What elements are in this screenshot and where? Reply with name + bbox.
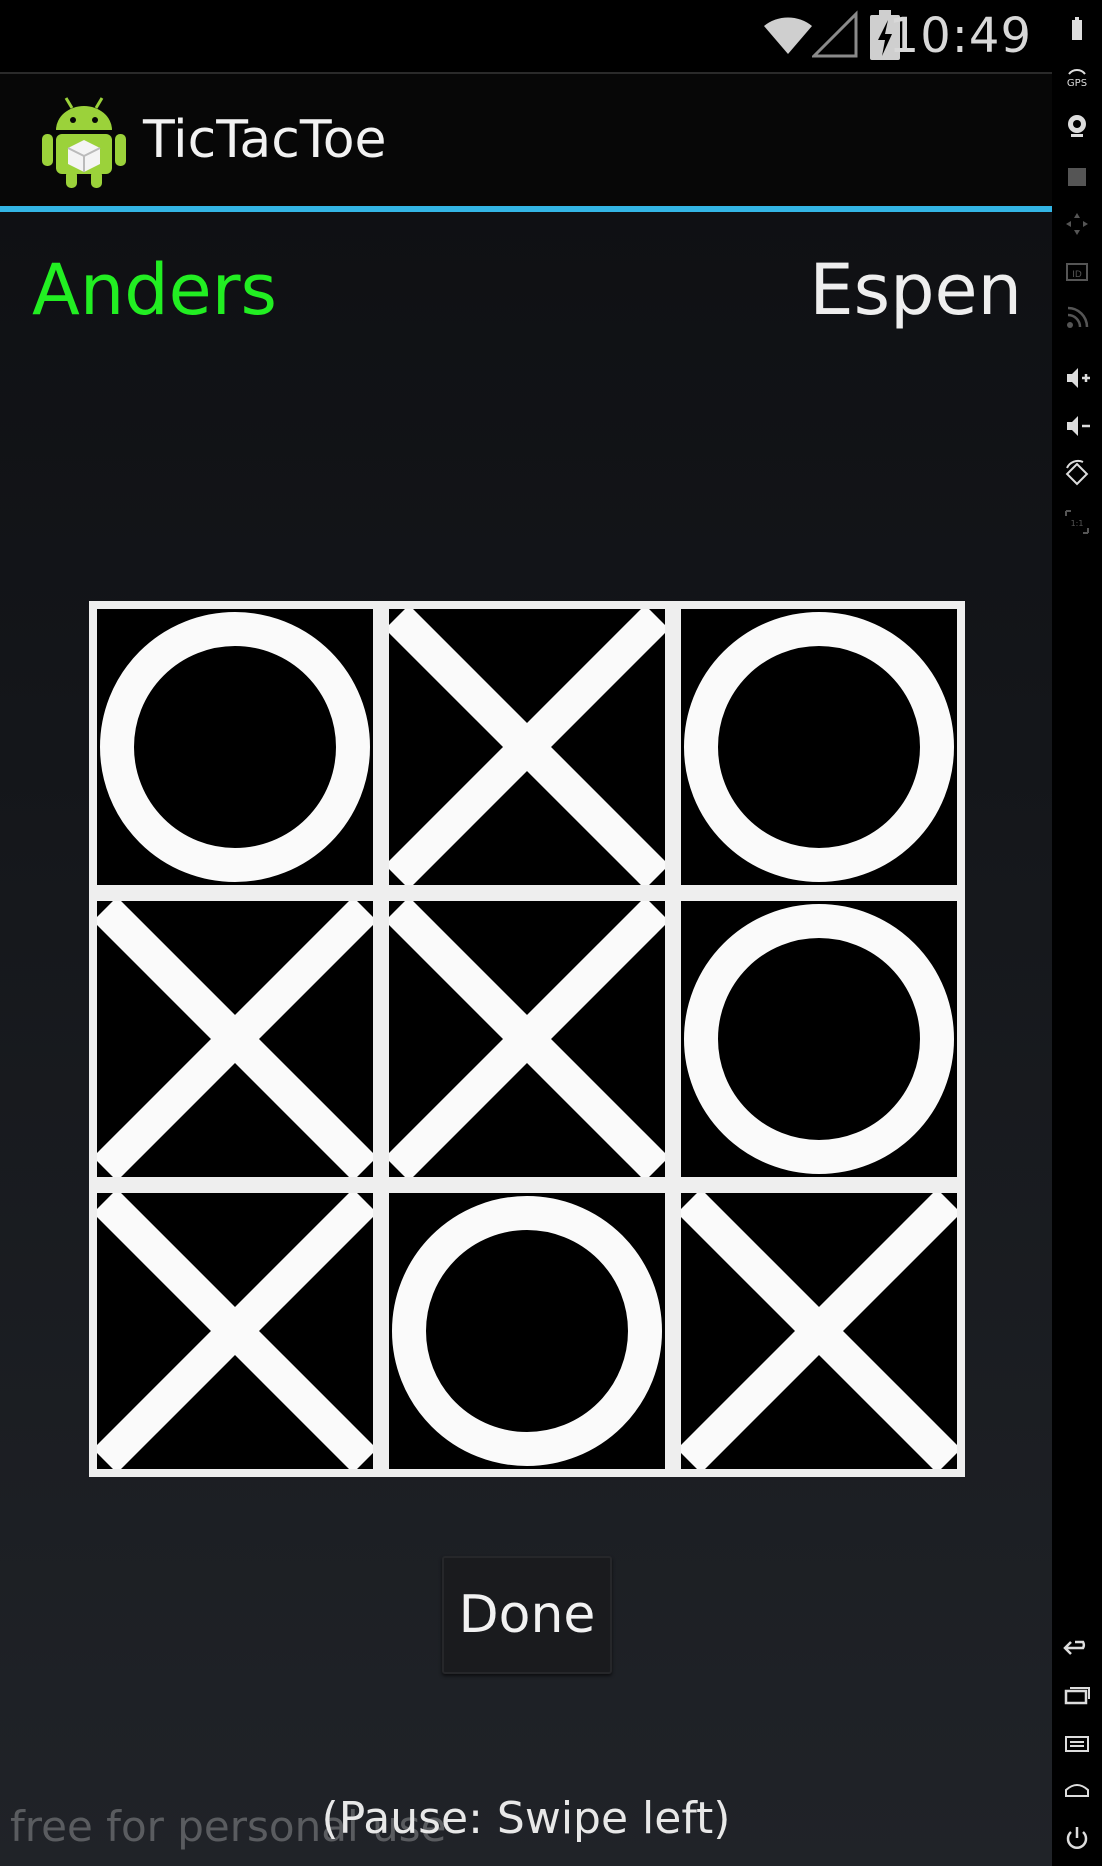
board-cell[interactable] (389, 609, 665, 885)
power-icon[interactable] (1061, 1822, 1093, 1854)
clapper-icon[interactable] (1061, 160, 1093, 192)
board-cell[interactable] (681, 1193, 957, 1469)
recent-apps-icon[interactable] (1061, 1680, 1093, 1712)
gps-icon[interactable]: GPS (1061, 62, 1093, 94)
done-button[interactable]: Done (442, 1556, 612, 1674)
board-cell[interactable] (389, 901, 665, 1177)
camera-icon[interactable] (1061, 110, 1093, 142)
android-robot-icon[interactable] (42, 94, 126, 192)
rss-icon[interactable] (1061, 302, 1093, 334)
dpad-icon[interactable] (1061, 208, 1093, 240)
signal-icon (810, 10, 858, 62)
x-mark (389, 609, 665, 885)
x-mark (97, 901, 373, 1177)
board-cell[interactable] (681, 609, 957, 885)
home-icon[interactable] (1061, 1774, 1093, 1806)
o-mark (684, 612, 954, 882)
board-cell[interactable] (97, 609, 373, 885)
x-mark (97, 1193, 373, 1469)
volume-up-icon[interactable] (1061, 362, 1093, 394)
svg-text:GPS: GPS (1067, 78, 1087, 89)
status-bar: 10:49 (0, 0, 1052, 72)
game-board (89, 601, 965, 1477)
volume-down-icon[interactable] (1061, 410, 1093, 442)
board-cell[interactable] (97, 901, 373, 1177)
o-mark (100, 612, 370, 882)
action-bar: TicTacToe (0, 74, 1052, 208)
phone-screen: 10:49 TicTacToe Anders Espen Done free f… (0, 0, 1052, 1866)
clock: 10:49 (888, 8, 1032, 64)
battery-icon[interactable] (1061, 14, 1093, 46)
board-cell[interactable] (389, 1193, 665, 1469)
id-icon[interactable]: ID (1061, 256, 1093, 288)
emulator-side-panel: GPS ID 1:1 (1052, 0, 1102, 1866)
player-two-name: Espen (809, 249, 1022, 331)
o-mark (392, 1196, 662, 1466)
player-one-name: Anders (32, 249, 277, 331)
svg-text:ID: ID (1072, 270, 1082, 280)
app-title: TicTacToe (143, 110, 387, 170)
svg-text:1:1: 1:1 (1071, 519, 1084, 528)
rotate-icon[interactable] (1061, 458, 1093, 490)
x-mark (681, 1193, 957, 1469)
action-bar-underline (0, 206, 1052, 212)
menu-icon[interactable] (1061, 1728, 1093, 1760)
board-cell[interactable] (97, 1193, 373, 1469)
scale-icon[interactable]: 1:1 (1061, 506, 1093, 538)
board-cell[interactable] (681, 901, 957, 1177)
back-icon[interactable] (1061, 1632, 1093, 1664)
o-mark (684, 904, 954, 1174)
x-mark (389, 901, 665, 1177)
pause-hint: (Pause: Swipe left) (321, 1793, 731, 1844)
wifi-icon (760, 12, 816, 60)
